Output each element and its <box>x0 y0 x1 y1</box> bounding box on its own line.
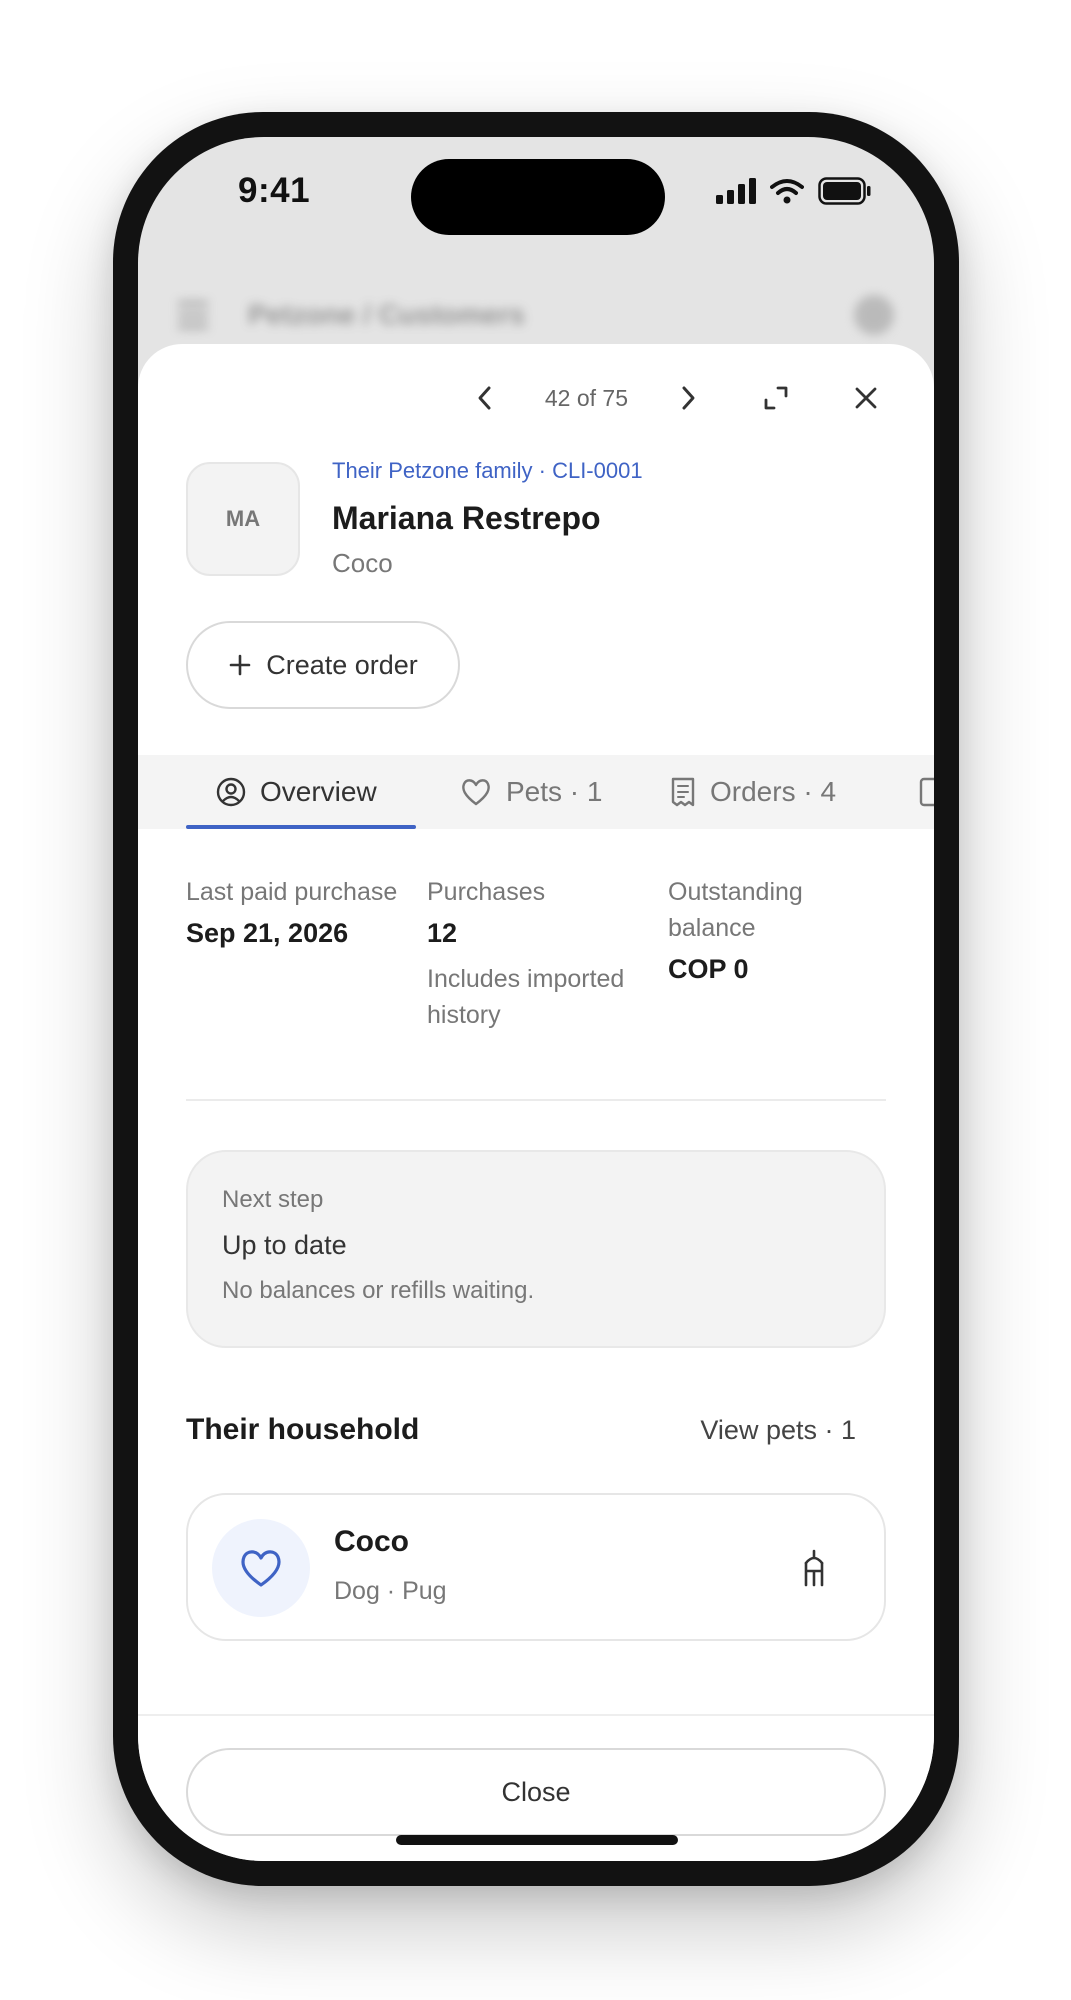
stat-value: 12 <box>427 918 458 948</box>
customer-pet-summary: Coco <box>332 548 393 578</box>
previous-customer-button[interactable] <box>465 378 505 418</box>
chevron-right-icon <box>682 386 695 410</box>
signal-icon <box>716 178 756 204</box>
pet-name: Coco <box>334 1525 409 1558</box>
status-time: 9:41 <box>238 171 311 210</box>
sheet-navigation: 42 of 75 <box>465 378 886 418</box>
customer-profile: MA Their Petzone family · CLI-0001 Maria… <box>186 458 886 578</box>
stat-label: Purchases <box>427 878 546 906</box>
customer-family-id[interactable]: Their Petzone family · CLI-0001 <box>332 458 643 484</box>
tab-bar: Overview Pets · 1 Orders · 4 <box>138 755 934 829</box>
background-breadcrumb: Petzone / Customers <box>248 299 525 330</box>
expand-button[interactable] <box>756 378 796 418</box>
stat-purchases: Purchases 12 Includes imported history <box>427 874 647 1033</box>
receipt-icon <box>671 777 695 807</box>
close-sheet-button[interactable] <box>846 378 886 418</box>
battery-icon <box>818 177 871 205</box>
customer-counter: 42 of 75 <box>544 384 628 411</box>
next-step-title: Up to date <box>222 1230 347 1260</box>
wifi-icon <box>770 179 804 204</box>
stat-value: Sep 21, 2026 <box>186 918 349 948</box>
tab-more[interactable] <box>918 755 934 829</box>
create-order-label: Create order <box>266 649 418 680</box>
tab-overview-label: Overview <box>260 776 377 807</box>
home-indicator <box>396 1835 678 1845</box>
create-order-button[interactable]: Create order <box>186 621 460 709</box>
dynamic-island <box>411 159 665 235</box>
status-icons <box>716 177 872 205</box>
pet-avatar <box>212 1519 310 1617</box>
phone-frame: 9:41 Petzone / Customers 42 of 75 MA The… <box>113 112 959 1886</box>
stat-note: Includes imported history <box>427 965 625 1029</box>
next-customer-button[interactable] <box>668 378 708 418</box>
stat-label: Outstanding balance <box>668 878 803 942</box>
user-circle-icon <box>216 777 246 807</box>
tab-overview[interactable]: Overview <box>216 755 377 829</box>
heart-icon <box>462 779 490 806</box>
household-title: Their household <box>186 1413 420 1446</box>
expand-icon <box>764 386 788 410</box>
customer-detail-sheet: 42 of 75 MA Their Petzone family · CLI-0… <box>138 344 934 1861</box>
view-pets-link[interactable]: View pets · 1 <box>700 1415 856 1446</box>
pet-details: Dog · Pug <box>334 1577 447 1605</box>
next-step-subtitle: No balances or refills waiting. <box>222 1277 535 1304</box>
next-step-card: Next step Up to date No balances or refi… <box>186 1150 886 1348</box>
tab-pets[interactable]: Pets · 1 <box>460 755 602 829</box>
stat-label: Last paid purchase <box>186 878 398 906</box>
tab-pets-label: Pets · 1 <box>506 776 603 807</box>
active-tab-indicator <box>186 825 416 829</box>
heart-icon <box>241 1550 281 1587</box>
background-search-icon <box>854 295 894 335</box>
close-icon <box>855 387 877 409</box>
tab-orders[interactable]: Orders · 4 <box>670 755 836 829</box>
tab-orders-label: Orders · 4 <box>710 776 837 807</box>
grooming-icon[interactable] <box>798 1549 830 1589</box>
footer-divider <box>138 1714 934 1716</box>
background-header: Petzone / Customers <box>178 287 894 343</box>
stat-value: COP 0 <box>668 954 749 984</box>
menu-icon <box>178 301 208 329</box>
stat-outstanding-balance: Outstanding balance COP 0 <box>668 874 888 985</box>
divider <box>186 1099 886 1101</box>
close-button[interactable]: Close <box>186 1748 886 1836</box>
next-step-label: Next step <box>222 1186 324 1213</box>
plus-icon <box>229 654 251 676</box>
document-icon <box>919 777 934 807</box>
stat-last-paid: Last paid purchase Sep 21, 2026 <box>186 874 406 949</box>
phone-screen: 9:41 Petzone / Customers 42 of 75 MA The… <box>138 137 934 1861</box>
customer-name: Mariana Restrepo <box>332 500 601 536</box>
chevron-left-icon <box>478 386 491 410</box>
pet-card[interactable]: Coco Dog · Pug <box>186 1493 886 1641</box>
avatar: MA <box>186 462 300 576</box>
